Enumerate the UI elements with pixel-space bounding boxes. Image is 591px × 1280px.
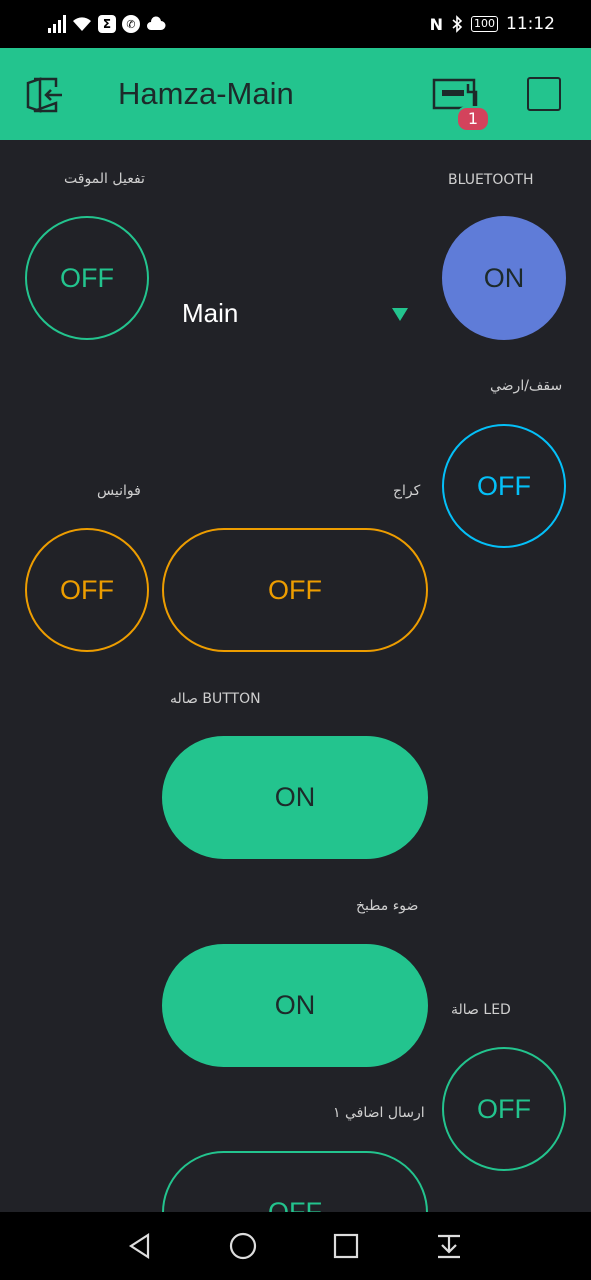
hall-button-label: صاله BUTTON <box>170 691 261 707</box>
hall-led-button[interactable]: OFF <box>442 1047 566 1171</box>
status-bar: Σ ✆ N 100 11:12 <box>0 0 591 48</box>
back-icon[interactable] <box>126 1232 154 1260</box>
stop-project-icon[interactable] <box>527 77 561 111</box>
extra-send-label: ارسال اضافي ١ <box>333 1105 425 1121</box>
hall-button[interactable]: ON <box>162 736 428 859</box>
navigation-bar <box>0 1212 591 1280</box>
ceiling-floor-button[interactable]: OFF <box>442 424 566 548</box>
home-icon[interactable] <box>229 1232 257 1260</box>
phone-notification-icon: ✆ <box>122 15 140 33</box>
battery-icon: 100 <box>471 16 498 32</box>
wifi-icon <box>73 17 91 31</box>
cloud-icon <box>147 16 166 30</box>
timer-label: تفعيل الموقت <box>64 171 145 187</box>
menu-selected-value[interactable]: Main <box>182 298 238 329</box>
lanterns-label: فوانيس <box>97 483 141 499</box>
nfc-icon: N <box>429 14 443 34</box>
hall-led-label: صالة LED <box>451 1002 511 1018</box>
bluetooth-button[interactable]: ON <box>442 216 566 340</box>
garage-button[interactable]: OFF <box>162 528 428 652</box>
app-bar: Hamza-Main 1 <box>0 48 591 140</box>
exit-icon[interactable] <box>26 75 66 115</box>
menu-dropdown-arrow-icon[interactable] <box>392 308 408 321</box>
garage-label: كراج <box>393 483 421 499</box>
bluetooth-label: BLUETOOTH <box>448 172 534 188</box>
kitchen-light-label: ضوء مطبخ <box>356 898 419 914</box>
notification-pull-down-icon[interactable] <box>436 1232 462 1260</box>
lanterns-button[interactable]: OFF <box>25 528 149 652</box>
clock: 11:12 <box>506 14 555 34</box>
device-badge: 1 <box>456 106 490 132</box>
kitchen-light-button[interactable]: ON <box>162 944 428 1067</box>
project-title: Hamza-Main <box>118 76 294 111</box>
signal-icon <box>48 15 66 33</box>
status-icons-right: N 100 11:12 <box>430 12 555 36</box>
recents-icon[interactable] <box>332 1232 360 1260</box>
ceiling-floor-label: سقف/ارضي <box>490 378 563 394</box>
bluetooth-status-icon <box>452 15 463 33</box>
app-notification-icon: Σ <box>98 15 116 33</box>
timer-button[interactable]: OFF <box>25 216 149 340</box>
status-icons-left: Σ ✆ <box>48 12 166 36</box>
